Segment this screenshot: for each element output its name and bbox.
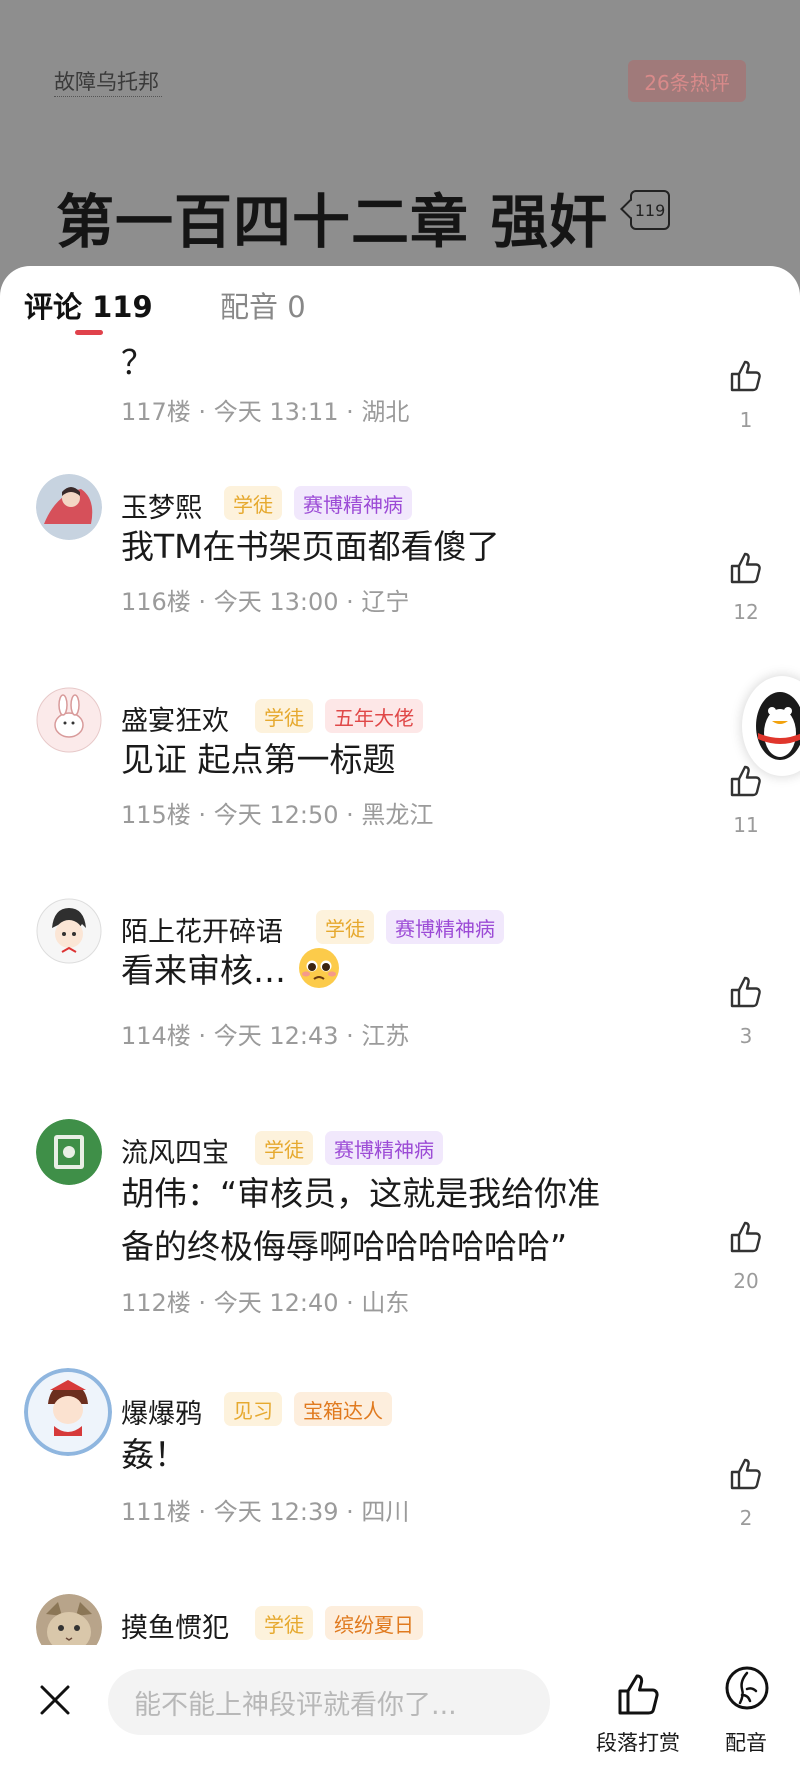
comment-meta: 116楼 · 今天 13:00 · 辽宁 <box>121 588 410 616</box>
title-badge[interactable]: 五年大佬 <box>325 699 423 733</box>
username[interactable]: 摸鱼惯犯 <box>121 1606 229 1645</box>
thumbs-up-icon[interactable] <box>728 358 764 394</box>
chapter-header: 故障乌托邦 26条热评 第一百四十二章 强奸 119 <box>0 0 800 290</box>
title-badge[interactable]: 赛博精神病 <box>386 910 504 944</box>
title-badge[interactable]: 赛博精神病 <box>325 1131 443 1165</box>
thumbs-up-icon[interactable] <box>728 1219 764 1255</box>
comment-text: ？ <box>121 343 154 382</box>
level-badge[interactable]: 学徒 <box>316 910 374 944</box>
close-icon[interactable] <box>38 1683 72 1717</box>
chapter-comment-count[interactable]: 119 <box>630 190 670 230</box>
thumbs-up-icon[interactable] <box>728 974 764 1010</box>
title-badge[interactable]: 宝箱达人 <box>294 1392 392 1426</box>
username[interactable]: 流风四宝 <box>121 1131 229 1170</box>
like-count: 3 <box>739 1024 753 1048</box>
tab-comments[interactable]: 评论 119 <box>24 284 153 326</box>
bottom-action-bar: 能不能上神段评就看你了... 段落打赏 配音 <box>0 1645 800 1777</box>
chapter-title: 第一百四十二章 强奸 <box>56 188 609 256</box>
avatar[interactable] <box>36 1119 102 1185</box>
avatar[interactable] <box>36 687 102 753</box>
comment-text: 见证 起点第一标题 <box>121 740 396 779</box>
title-badge[interactable]: 缤纷夏日 <box>325 1606 423 1640</box>
avatar[interactable] <box>36 898 102 964</box>
like-count: 2 <box>739 1506 753 1530</box>
title-badge[interactable]: 赛博精神病 <box>294 486 412 520</box>
comment-input[interactable]: 能不能上神段评就看你了... <box>108 1669 550 1735</box>
level-badge[interactable]: 学徒 <box>224 486 282 520</box>
active-tab-indicator <box>75 330 103 335</box>
comment-text: 姦！ <box>121 1435 187 1474</box>
comment-meta: 115楼 · 今天 12:50 · 黑龙江 <box>121 801 434 829</box>
hot-comments-badge[interactable]: 26条热评 <box>628 60 746 102</box>
floating-share-button[interactable] <box>742 676 800 776</box>
author-underline <box>54 96 162 97</box>
thumbs-up-tip-icon[interactable] <box>614 1671 662 1719</box>
level-badge[interactable]: 学徒 <box>255 1606 313 1640</box>
avatar[interactable] <box>24 1368 112 1456</box>
dubbing-label[interactable]: 配音 <box>725 1727 767 1757</box>
thumbs-up-icon[interactable] <box>728 1456 764 1492</box>
like-count: 12 <box>733 600 759 624</box>
penguin-icon <box>756 692 800 760</box>
tip-label[interactable]: 段落打赏 <box>596 1727 680 1757</box>
tab-dubbing[interactable]: 配音 0 <box>220 284 306 326</box>
level-badge[interactable]: 学徒 <box>255 699 313 733</box>
thumbs-up-icon[interactable] <box>728 550 764 586</box>
comment-meta: 114楼 · 今天 12:43 · 江苏 <box>121 1022 410 1050</box>
comment-text: 看来审核… <box>121 944 681 997</box>
comment-text-line: 胡伟：“审核员，这就是我给你准 <box>121 1174 601 1213</box>
like-count: 1 <box>739 408 753 432</box>
comment-sheet: 评论 119 配音 0 ？ 117楼 · 今天 13:11 · 湖北 1 玉梦熙… <box>0 266 800 1777</box>
comment-text-line: 备的终极侮辱啊哈哈哈哈哈哈” <box>121 1227 568 1266</box>
level-badge[interactable]: 学徒 <box>255 1131 313 1165</box>
like-count: 11 <box>733 813 759 837</box>
pleading-face-emoji <box>298 948 339 988</box>
level-badge[interactable]: 见习 <box>224 1392 282 1426</box>
comment-meta: 112楼 · 今天 12:40 · 山东 <box>121 1289 410 1317</box>
comment-text: 胡伟：“审核员，这就是我给你准 备的终极侮辱啊哈哈哈哈哈哈” <box>121 1167 681 1273</box>
dubbing-icon[interactable] <box>724 1665 770 1711</box>
comment-text: 我TM在书架页面都看傻了 <box>121 527 500 566</box>
username[interactable]: 爆爆鸦 <box>121 1392 202 1431</box>
comment-text-body: 看来审核… <box>121 951 286 990</box>
like-count: 20 <box>733 1269 759 1293</box>
avatar[interactable] <box>36 474 102 540</box>
comment-meta: 111楼 · 今天 12:39 · 四川 <box>121 1498 410 1526</box>
author-name[interactable]: 故障乌托邦 <box>54 66 159 96</box>
comment-meta: 117楼 · 今天 13:11 · 湖北 <box>121 398 410 426</box>
